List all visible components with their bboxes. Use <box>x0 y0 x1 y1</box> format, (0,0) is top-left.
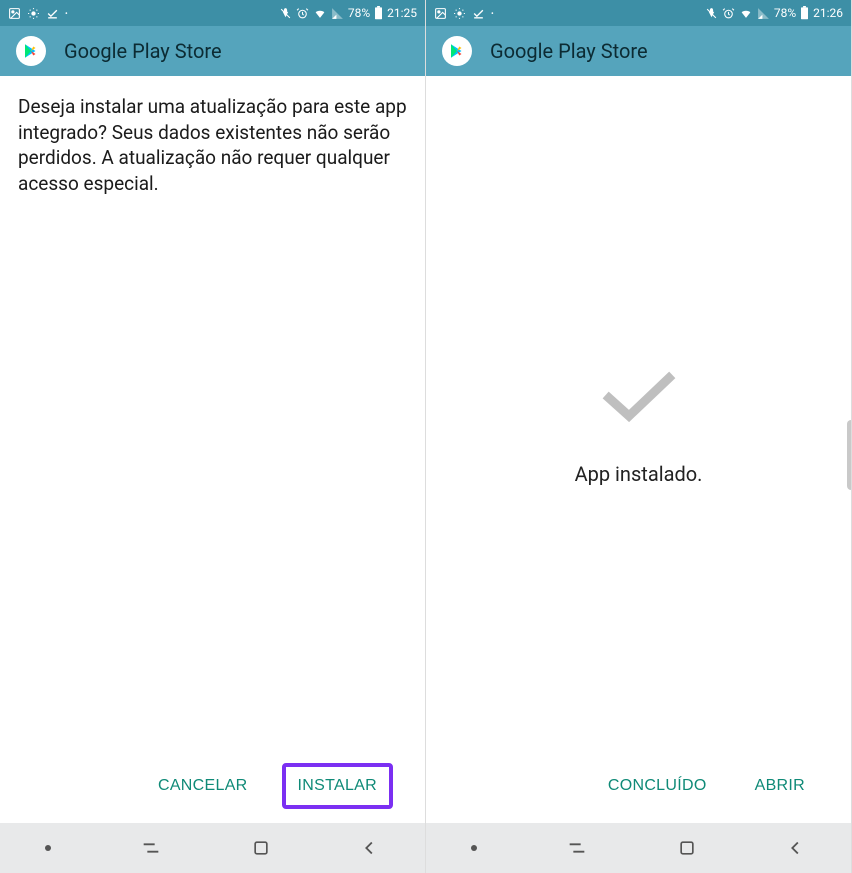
nav-dot-icon[interactable] <box>470 844 478 852</box>
battery-percent: 78% <box>774 6 796 20</box>
app-title: Google Play Store <box>490 39 648 63</box>
mute-icon <box>279 7 292 20</box>
cancel-button[interactable]: CANCELAR <box>144 765 262 807</box>
content-area: Deseja instalar uma atualização para est… <box>0 76 425 823</box>
done-button[interactable]: CONCLUÍDO <box>594 765 721 807</box>
success-check-icon <box>599 368 679 432</box>
app-title: Google Play Store <box>64 39 222 63</box>
screen-installed: • 78% 21:26 Google Play Store <box>426 0 852 873</box>
battery-icon <box>800 6 809 20</box>
edge-handle[interactable] <box>847 420 851 490</box>
nav-back-icon[interactable] <box>359 837 381 859</box>
clock-time: 21:26 <box>813 6 843 20</box>
signal-icon <box>331 7 344 20</box>
play-store-icon <box>442 36 472 66</box>
check-icon <box>46 7 59 20</box>
nav-recents-icon[interactable] <box>140 837 162 859</box>
content-area: App instalado. CONCLUÍDO ABRIR <box>426 76 851 823</box>
screen-install-prompt: • 78% 21:25 Google Play Store <box>0 0 426 873</box>
clock-time: 21:25 <box>387 6 417 20</box>
signal-icon <box>757 7 770 20</box>
image-icon <box>434 7 447 20</box>
battery-icon <box>374 6 383 20</box>
status-bar: • 78% 21:26 <box>426 0 851 26</box>
nav-dot-icon[interactable] <box>44 844 52 852</box>
nav-recents-icon[interactable] <box>566 837 588 859</box>
title-bar: Google Play Store <box>426 26 851 76</box>
play-store-icon <box>16 36 46 66</box>
wifi-icon <box>739 7 753 20</box>
status-bar: • 78% 21:25 <box>0 0 425 26</box>
dot-icon: • <box>491 9 494 18</box>
open-button[interactable]: ABRIR <box>741 765 819 807</box>
dot-icon: • <box>65 9 68 18</box>
brightness-icon <box>27 7 40 20</box>
installed-message: App instalado. <box>575 462 703 486</box>
nav-home-icon[interactable] <box>677 838 697 858</box>
image-icon <box>8 7 21 20</box>
nav-home-icon[interactable] <box>251 838 271 858</box>
install-message: Deseja instalar uma atualização para est… <box>18 94 407 197</box>
alarm-icon <box>296 7 309 20</box>
battery-percent: 78% <box>348 6 370 20</box>
nav-bar <box>426 823 851 873</box>
install-highlight: INSTALAR <box>282 763 393 809</box>
action-bar: CANCELAR INSTALAR <box>18 759 407 823</box>
mute-icon <box>705 7 718 20</box>
check-icon <box>472 7 485 20</box>
action-bar: CONCLUÍDO ABRIR <box>444 759 833 823</box>
brightness-icon <box>453 7 466 20</box>
nav-back-icon[interactable] <box>785 837 807 859</box>
install-button[interactable]: INSTALAR <box>286 767 389 805</box>
nav-bar <box>0 823 425 873</box>
title-bar: Google Play Store <box>0 26 425 76</box>
alarm-icon <box>722 7 735 20</box>
wifi-icon <box>313 7 327 20</box>
